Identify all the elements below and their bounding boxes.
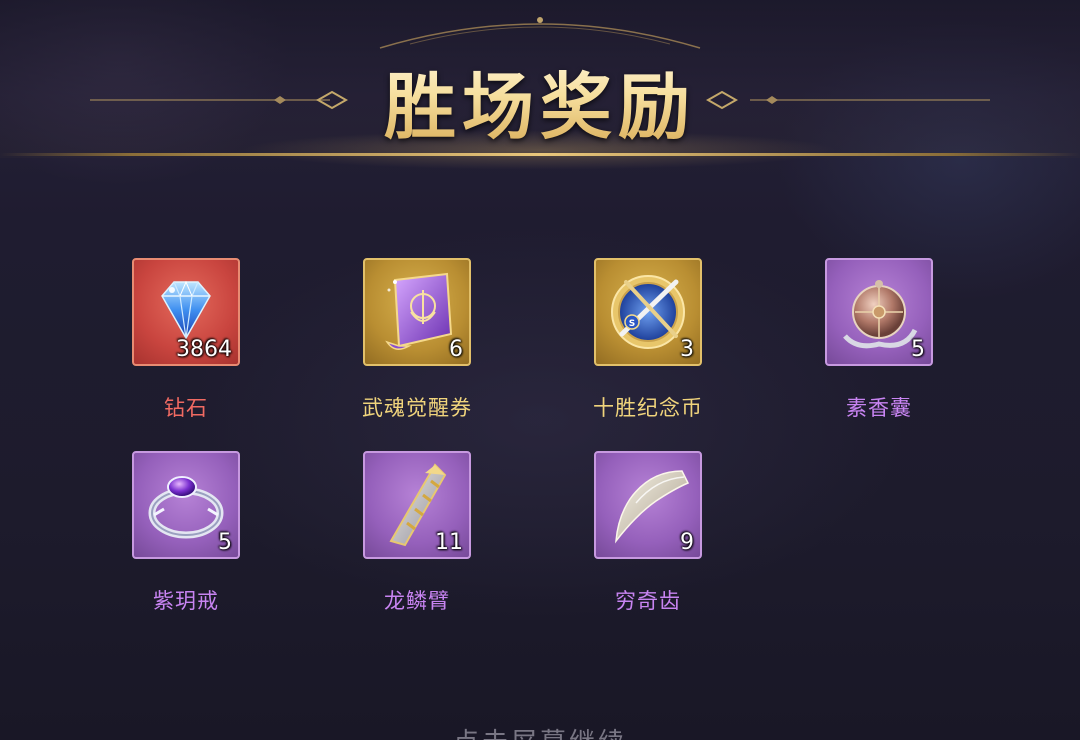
reward-quantity: 3 xyxy=(680,337,694,362)
reward-icon-frame[interactable]: 5 xyxy=(825,258,933,366)
reward-icon-frame[interactable]: 9 xyxy=(594,451,702,559)
reward-quantity: 5 xyxy=(911,337,925,362)
svg-text:S: S xyxy=(629,319,635,329)
reward-name: 穷奇齿 xyxy=(615,589,681,613)
reward-quantity: 5 xyxy=(218,530,232,555)
reward-name: 钻石 xyxy=(164,396,208,420)
reward-name: 素香囊 xyxy=(846,396,912,420)
reward-item-amethyst-ring[interactable]: 5 紫玥戒 xyxy=(86,451,286,621)
reward-item-qiongqi-fang[interactable]: 9 穷奇齿 xyxy=(548,451,748,621)
reward-icon-frame[interactable]: 3864 xyxy=(132,258,240,366)
reward-name: 龙鳞臂 xyxy=(384,589,450,613)
reward-name: 十胜纪念币 xyxy=(593,396,703,420)
reward-quantity: 6 xyxy=(449,337,463,362)
reward-icon-frame[interactable]: 6 xyxy=(363,258,471,366)
reward-name: 紫玥戒 xyxy=(153,589,219,613)
reward-icon-frame[interactable]: S 3 xyxy=(594,258,702,366)
reward-item-diamond[interactable]: 3864 钻石 xyxy=(86,258,286,428)
reward-icon-frame[interactable]: 5 xyxy=(132,451,240,559)
header-divider xyxy=(0,153,1080,156)
reward-name: 武魂觉醒券 xyxy=(362,396,472,420)
reward-item-ten-win-coin[interactable]: S 3 十胜纪念币 xyxy=(548,258,748,428)
page-title: 胜场奖励 xyxy=(340,48,740,153)
tap-to-continue-hint[interactable]: 点击屏幕继续 xyxy=(390,722,690,740)
reward-quantity: 9 xyxy=(680,530,694,555)
victory-reward-screen[interactable]: 胜场奖励 3864 钻石 6 武魂觉醒券 S 3 十胜纪念币 5 素香囊 5 紫… xyxy=(0,0,1080,740)
reward-item-plain-sachet[interactable]: 5 素香囊 xyxy=(779,258,979,428)
reward-item-dragon-scale-arm[interactable]: 11 龙鳞臂 xyxy=(317,451,517,621)
reward-item-awakening-ticket[interactable]: 6 武魂觉醒券 xyxy=(317,258,517,428)
reward-icon-frame[interactable]: 11 xyxy=(363,451,471,559)
reward-quantity: 11 xyxy=(435,530,463,555)
reward-quantity: 3864 xyxy=(176,337,232,362)
